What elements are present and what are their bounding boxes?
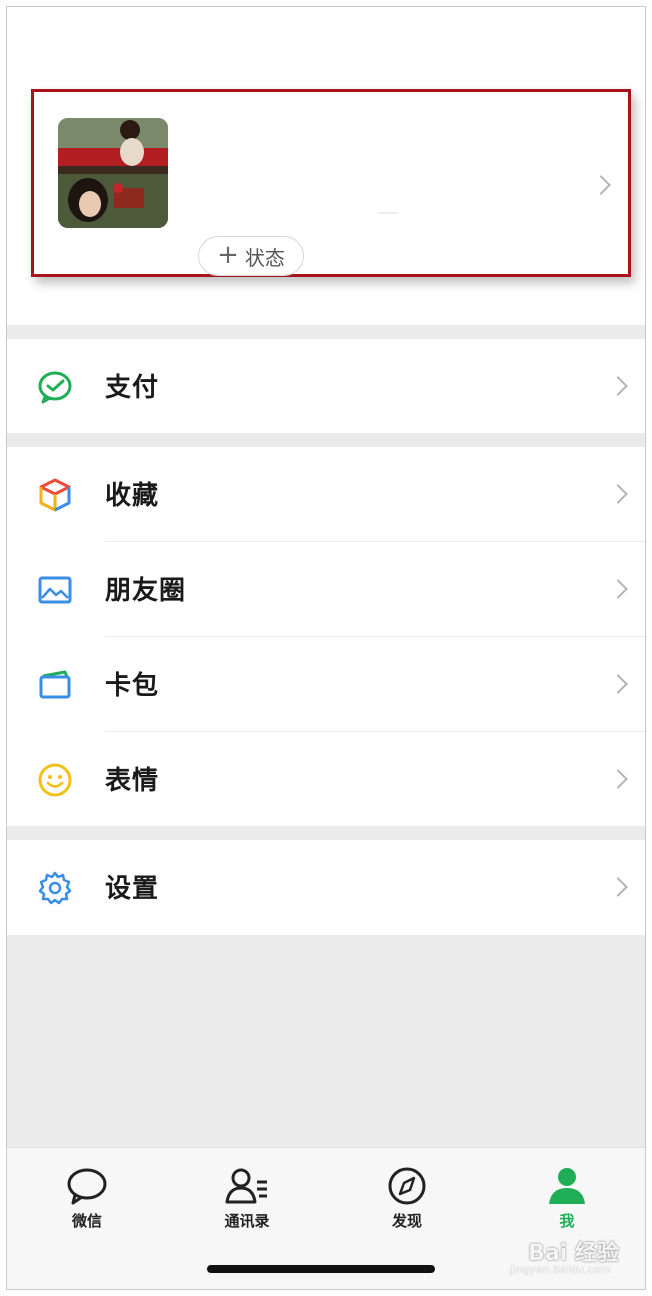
menu-item-label: 表情 bbox=[105, 766, 160, 796]
menu-item-pay[interactable]: 支付 bbox=[7, 339, 645, 433]
card-wallet-icon bbox=[39, 670, 71, 699]
avatar[interactable] bbox=[58, 118, 168, 228]
gear-icon bbox=[38, 871, 72, 905]
add-status-button[interactable]: + 状态 bbox=[198, 236, 304, 276]
status-label: 状态 bbox=[244, 245, 285, 270]
menu-item-label: 卡包 bbox=[105, 671, 160, 701]
section-separator bbox=[7, 826, 645, 840]
empty-area bbox=[7, 935, 645, 1147]
person-icon bbox=[549, 1168, 585, 1204]
section-separator bbox=[7, 433, 645, 447]
compass-icon bbox=[388, 1167, 426, 1205]
chevron-right-icon bbox=[608, 674, 628, 694]
tab-me[interactable]: 我 bbox=[507, 1166, 627, 1231]
tab-label: 微信 bbox=[71, 1212, 102, 1230]
menu-item-moments[interactable]: 朋友圈 bbox=[7, 542, 645, 636]
smiley-icon bbox=[38, 763, 72, 797]
menu-item-settings[interactable]: 设置 bbox=[7, 840, 645, 934]
favorites-cube-icon bbox=[39, 478, 71, 512]
menu-item-label: 设置 bbox=[105, 874, 160, 904]
watermark-url: jingyan.baidu.com bbox=[509, 1263, 611, 1276]
chat-bubble-icon bbox=[67, 1168, 107, 1205]
chevron-right-icon bbox=[608, 769, 628, 789]
menu-item-favorites[interactable]: 收藏 bbox=[7, 447, 645, 541]
tab-label: 发现 bbox=[391, 1212, 422, 1230]
name-placeholder bbox=[378, 212, 398, 214]
tab-label: 通讯录 bbox=[224, 1212, 270, 1230]
tab-label: 我 bbox=[559, 1212, 575, 1230]
plus-icon: + bbox=[217, 240, 239, 270]
tab-contacts[interactable]: 通讯录 bbox=[187, 1166, 307, 1231]
moments-photo-icon bbox=[38, 576, 72, 604]
section-separator bbox=[7, 325, 645, 339]
menu-item-label: 收藏 bbox=[105, 481, 160, 511]
menu-item-cards[interactable]: 卡包 bbox=[7, 637, 645, 731]
tab-chats[interactable]: 微信 bbox=[27, 1166, 147, 1231]
tab-discover[interactable]: 发现 bbox=[347, 1166, 467, 1231]
profile-card[interactable]: + 状态 bbox=[31, 89, 631, 277]
chevron-right-icon bbox=[591, 175, 611, 195]
home-indicator[interactable] bbox=[207, 1265, 435, 1273]
chevron-right-icon bbox=[608, 484, 628, 504]
menu-item-stickers[interactable]: 表情 bbox=[7, 732, 645, 826]
menu-item-label: 朋友圈 bbox=[105, 576, 187, 606]
phone-screen: + 状态 支付 收藏 朋友圈 卡包 表情 设置 微信 通讯录 发现 我 Bai … bbox=[6, 6, 646, 1290]
menu-item-label: 支付 bbox=[105, 373, 160, 403]
chevron-right-icon bbox=[608, 579, 628, 599]
chevron-right-icon bbox=[608, 877, 628, 897]
pay-icon bbox=[38, 371, 72, 404]
contacts-icon bbox=[225, 1168, 267, 1204]
chevron-right-icon bbox=[608, 376, 628, 396]
